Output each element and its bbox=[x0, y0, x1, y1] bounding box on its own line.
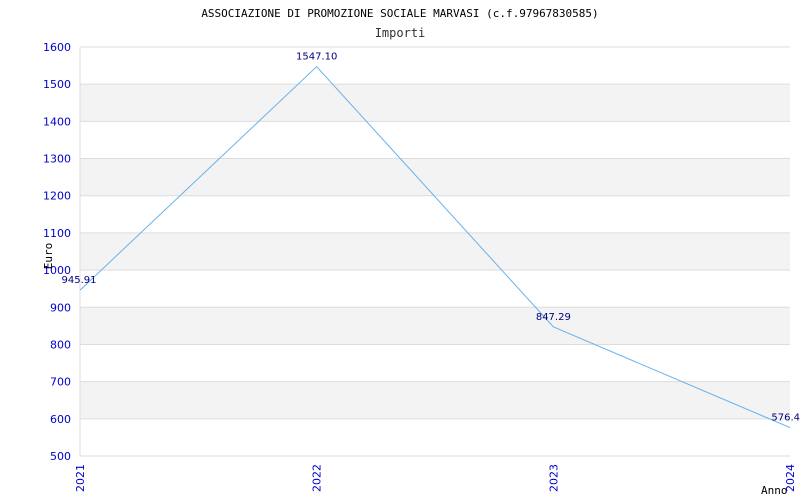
line-chart: ASSOCIAZIONE DI PROMOZIONE SOCIALE MARVA… bbox=[42, 7, 800, 497]
y-tick-label: 700 bbox=[50, 376, 71, 389]
grid-band bbox=[80, 381, 790, 419]
x-tick-label: 2021 bbox=[74, 464, 87, 492]
x-tick-label: 2023 bbox=[547, 464, 560, 492]
grid-band bbox=[80, 307, 790, 345]
x-tick-labels: 2021 2022 2023 2024 bbox=[74, 464, 797, 492]
data-label: 1547.10 bbox=[296, 52, 337, 63]
y-tick-label: 900 bbox=[50, 301, 71, 314]
y-tick-label: 600 bbox=[50, 413, 71, 426]
x-tick-label: 2022 bbox=[311, 464, 324, 492]
chart-title: ASSOCIAZIONE DI PROMOZIONE SOCIALE MARVA… bbox=[201, 7, 598, 20]
y-tick-label: 1600 bbox=[43, 41, 71, 54]
x-axis-label: Anno bbox=[761, 484, 788, 497]
data-label: 945.91 bbox=[62, 275, 97, 286]
chart-subtitle: Importi bbox=[375, 26, 426, 40]
grid-band bbox=[80, 84, 790, 122]
y-tick-label: 800 bbox=[50, 338, 71, 351]
data-label: 847.29 bbox=[536, 312, 571, 323]
y-tick-label: 1100 bbox=[43, 227, 71, 240]
grid-band bbox=[80, 232, 790, 271]
y-tick-label: 500 bbox=[50, 450, 71, 463]
grid-bands bbox=[80, 84, 790, 419]
y-axis-label: Euro bbox=[42, 243, 55, 270]
y-tick-label: 1200 bbox=[43, 190, 71, 203]
y-tick-label: 1500 bbox=[43, 78, 71, 91]
y-tick-label: 1300 bbox=[43, 153, 71, 166]
data-label: 576.4 bbox=[771, 413, 800, 424]
y-tick-label: 1400 bbox=[43, 115, 71, 128]
